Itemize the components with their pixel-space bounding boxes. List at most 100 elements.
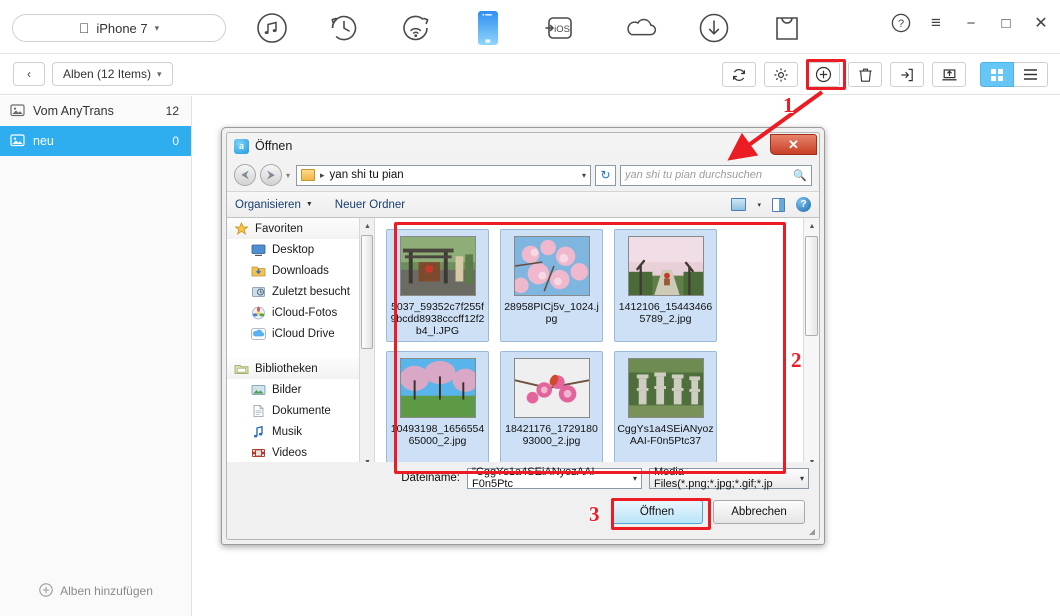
nav-item-musik[interactable]: Musik [227,421,374,442]
icloud-drive-icon [251,327,266,341]
file-item[interactable]: 18421176_172918093000_2.jpg [500,351,603,464]
sidebar-item-neu[interactable]: neu 0 [0,126,191,156]
scroll-up-icon[interactable]: ▲ [804,218,819,234]
file-item[interactable]: CggYs1a4SEiANyozAAI-F0n5Ptc37 [614,351,717,464]
file-list-scrollbar[interactable]: ▲ ▼ [803,218,819,470]
airbackup-wifi-icon[interactable] [398,10,434,46]
sidebar-item-vom-anytrans[interactable]: Vom AnyTrans 12 [0,96,191,126]
annotation-marker-1: 1 [783,93,794,117]
iphone-device-icon[interactable] [470,10,506,46]
documents-icon [251,404,266,418]
nav-item-favoriten[interactable]: Favoriten [227,218,374,239]
magnifier-icon: 🔍 [793,169,807,182]
nav-item-icloud-fotos[interactable]: iCloud-Fotos [227,302,374,323]
settings-button[interactable] [764,62,798,87]
file-thumbnail [399,236,476,296]
menu-button[interactable]: ≡ [925,12,947,34]
close-button[interactable]: ✕ [1030,12,1052,34]
nav-item-zuletzt-besucht[interactable]: Zuletzt besucht [227,281,374,302]
dialog-close-button[interactable]: ✕ [770,134,817,155]
download-icon[interactable] [696,10,732,46]
nav-item-bilder[interactable]: Bilder [227,379,374,400]
scrollbar-thumb[interactable] [361,235,373,349]
nav-pane-scrollbar[interactable]: ▲ ▼ [359,218,374,470]
add-album-button[interactable]: Alben hinzufügen [0,578,192,604]
new-folder-button[interactable]: Neuer Ordner [335,199,405,211]
music-icon [251,425,266,439]
nav-item-icloud-drive[interactable]: iCloud Drive [227,323,374,344]
file-thumbnail [513,358,590,418]
back-button[interactable]: ‹ [13,62,45,86]
dialog-title: Öffnen [255,139,293,153]
address-refresh-button[interactable]: ↻ [595,164,616,186]
nav-item-videos[interactable]: Videos [227,442,374,463]
scrollbar-thumb[interactable] [805,236,818,336]
filename-value: "CggYs1a4SEiANyozAAI-F0n5Ptc [472,466,599,490]
file-item[interactable]: 1412106_154434665789_2.jpg [614,229,717,342]
minimize-button[interactable]: − [960,12,982,34]
nav-back-button[interactable]: ⮜ [234,164,256,186]
nav-item-dokumente[interactable]: Dokumente [227,400,374,421]
nav-item-label: Videos [272,446,307,459]
file-type-value: Media Files(*.png;*.jpg;*.gif;*.jp [654,466,773,490]
sidebar-item-count: 12 [165,104,179,118]
file-name: 10493198_165655465000_2.jpg [390,423,485,447]
album-toolbar: ‹ Alben (12 Items) ▾ [0,55,1060,95]
maximize-button[interactable]: □ [995,12,1017,34]
tshirt-icon[interactable] [769,10,805,46]
chevron-down-icon[interactable]: ▾ [286,171,290,180]
cloud-icon[interactable] [623,10,659,46]
resize-grip-icon[interactable]: ◢ [809,527,815,536]
dialog-navigation-row: ⮜ ⮞ ▾ ▸ yan shi tu pian ▾ ↻ yan shi tu p… [227,159,819,191]
sidebar-item-label: Vom AnyTrans [33,104,114,118]
view-mode-group [980,62,1048,87]
nav-item-label: Zuletzt besucht [272,285,350,298]
album-selector[interactable]: Alben (12 Items) ▾ [52,62,173,86]
chevron-down-icon[interactable]: ▾ [757,201,761,209]
nav-item-label: Musik [272,425,303,438]
chevron-down-icon: ▼ [305,201,313,208]
music-note-icon[interactable] [254,10,290,46]
file-name: CggYs1a4SEiANyozAAI-F0n5Ptc37 [617,423,714,447]
device-selector[interactable]:  iPhone 7 ▾ [12,14,226,42]
file-list-pane: 5037_59352c7f255f9bcdd8938cccff12f2b4_l.… [375,218,819,470]
filename-input[interactable]: "CggYs1a4SEiANyozAAI-F0n5Ptc ▾ [467,466,642,490]
chevron-down-icon[interactable]: ▾ [582,171,586,180]
cancel-button[interactable]: Abbrechen [713,500,805,524]
star-icon [234,221,249,236]
nav-item-downloads[interactable]: Downloads [227,260,374,281]
nav-forward-button[interactable]: ⮞ [260,164,282,186]
open-button[interactable]: Öffnen [611,500,703,524]
filename-label: Dateiname: [401,472,460,484]
chevron-down-icon[interactable]: ▾ [633,474,637,483]
send-to-computer-button[interactable] [932,62,966,87]
nav-item-bibliotheken[interactable]: Bibliotheken [227,358,374,379]
scroll-up-icon[interactable]: ▲ [360,218,374,234]
file-name: 5037_59352c7f255f9bcdd8938cccff12f2b4_l.… [390,301,485,337]
anytrans-window:  iPhone 7 ▾ iOS ? [0,0,1060,616]
nav-item-label: Dokumente [272,404,331,417]
nav-item-desktop[interactable]: Desktop [227,239,374,260]
address-bar[interactable]: ▸ yan shi tu pian ▾ [296,164,591,186]
file-item[interactable]: 10493198_165655465000_2.jpg [386,351,489,464]
organize-label: Organisieren [235,198,301,211]
help-button[interactable]: ? [890,12,912,34]
organize-menu[interactable]: Organisieren ▼ [235,199,313,211]
file-type-filter[interactable]: Media Files(*.png;*.jpg;*.gif;*.jp ▾ [649,466,809,490]
help-icon[interactable]: ? [796,197,811,212]
chevron-down-icon[interactable]: ▾ [800,474,804,483]
to-ios-icon[interactable]: iOS [542,10,578,46]
preview-pane-icon[interactable] [772,197,785,212]
list-view-button[interactable] [1014,62,1048,87]
view-layout-icon[interactable] [731,198,747,211]
grid-view-button[interactable] [980,62,1014,87]
delete-button[interactable] [848,62,882,87]
action-button-group [714,62,1048,87]
history-clock-icon[interactable] [326,10,362,46]
add-button[interactable] [806,62,840,87]
search-input[interactable]: yan shi tu pian durchsuchen 🔍 [620,164,812,186]
file-item[interactable]: 5037_59352c7f255f9bcdd8938cccff12f2b4_l.… [386,229,489,342]
refresh-button[interactable] [722,62,756,87]
export-to-device-button[interactable] [890,62,924,87]
file-item[interactable]: 28958PICj5v_1024.jpg [500,229,603,342]
